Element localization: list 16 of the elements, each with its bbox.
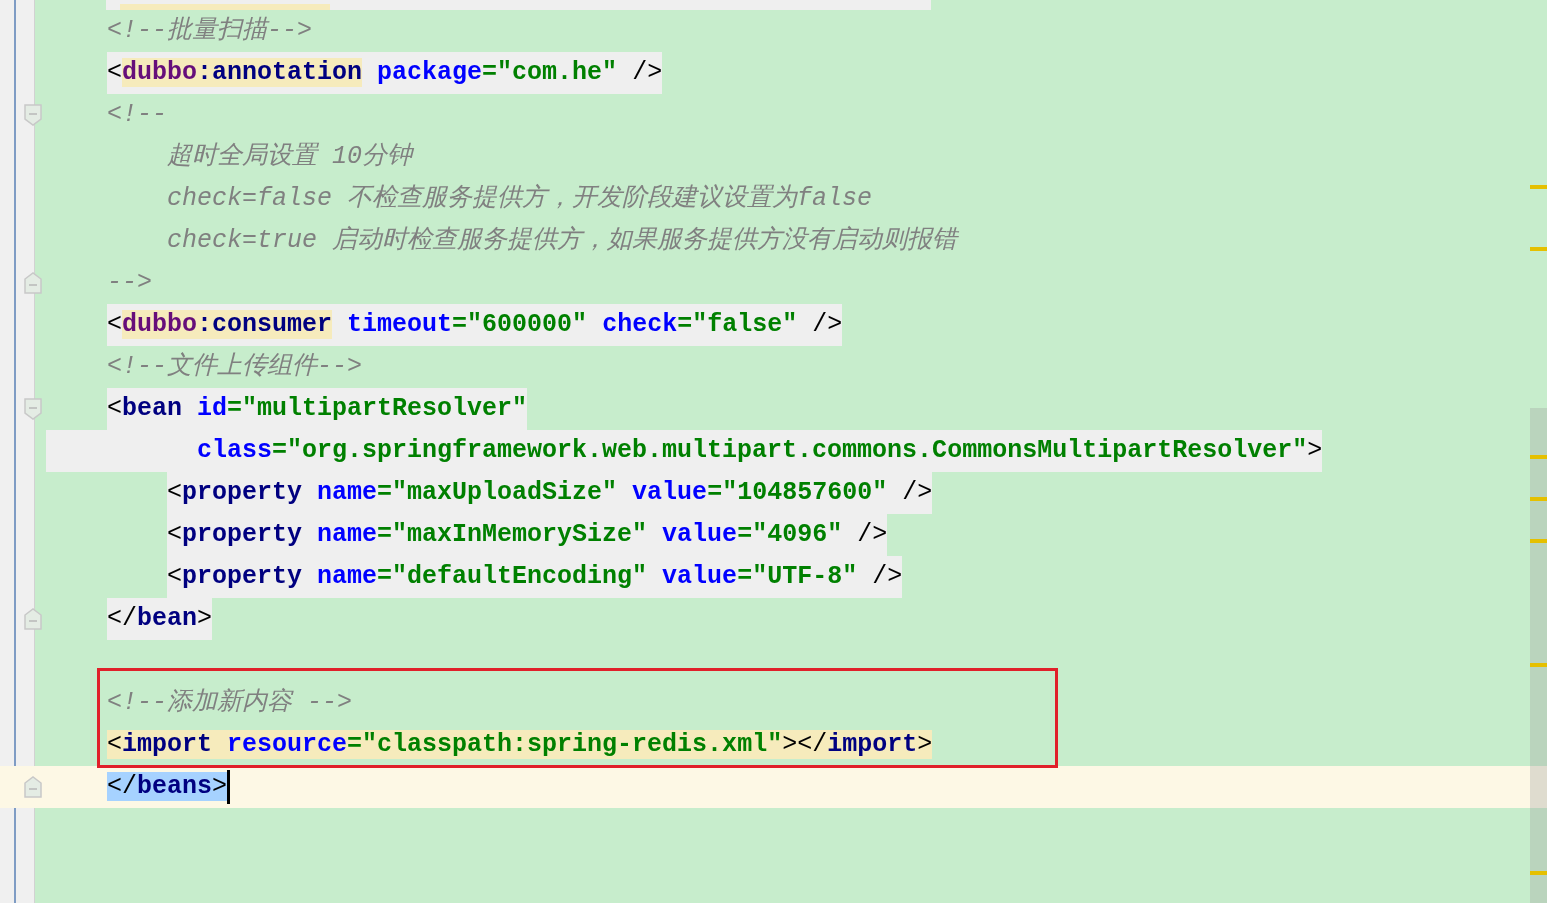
fold-end-icon[interactable]: [24, 272, 42, 294]
code-line: <!--批量扫描-->: [107, 15, 313, 47]
fold-end-icon[interactable]: [24, 776, 42, 798]
code-line: <!--添加新内容 -->: [107, 687, 353, 719]
code-line: </beans>: [107, 771, 228, 803]
code-line: check=true 启动时检查服务提供方，如果服务提供方没有启动则报错: [167, 225, 958, 257]
code-line: <import resource="classpath:spring-redis.xml"></import>: [107, 729, 933, 761]
code-line: <!--文件上传组件-->: [107, 351, 363, 383]
code-line: 超时全局设置 10分钟: [167, 141, 412, 173]
fold-end-icon[interactable]: [24, 608, 42, 630]
code-line: check=false 不检查服务提供方，开发阶段建议设置为false: [167, 183, 873, 215]
code-line: <!--: [107, 99, 167, 131]
text-cursor: [227, 770, 231, 804]
fold-collapse-icon[interactable]: [24, 398, 42, 420]
fold-collapse-icon[interactable]: [24, 104, 42, 126]
code-line: -->: [107, 267, 152, 299]
